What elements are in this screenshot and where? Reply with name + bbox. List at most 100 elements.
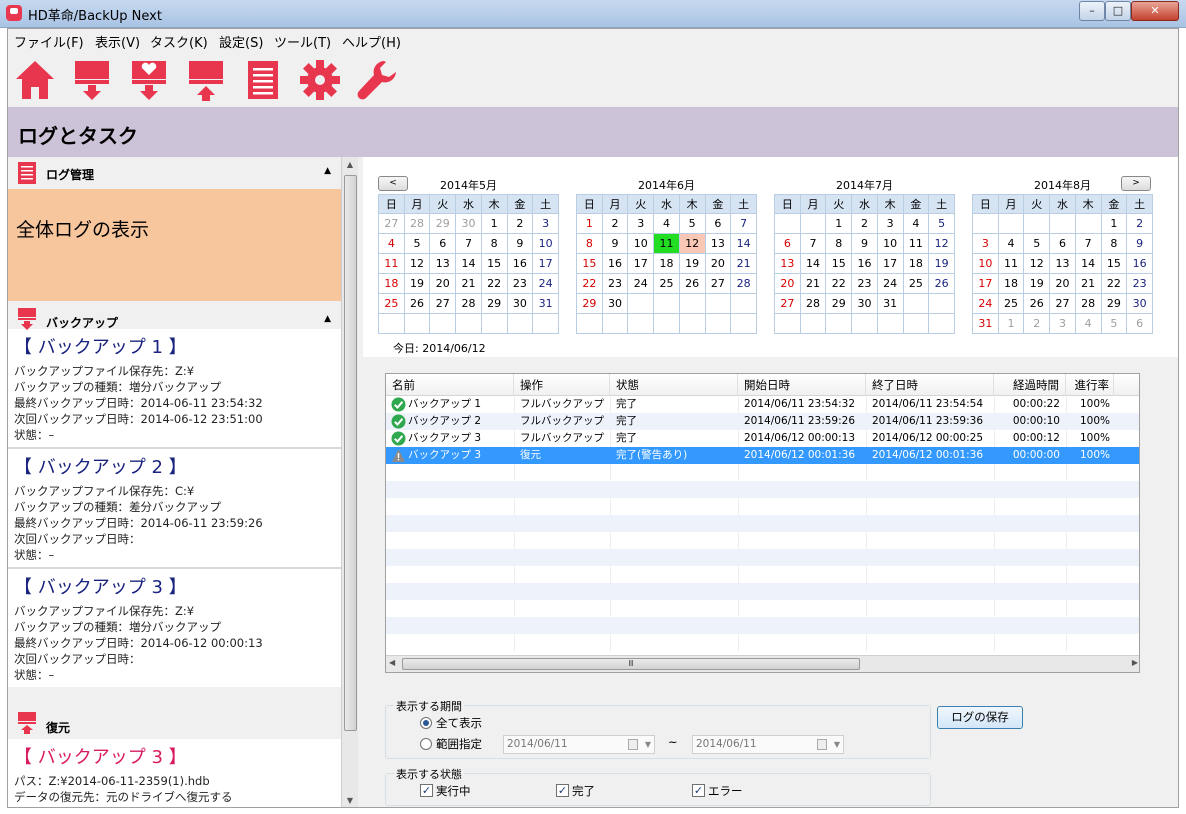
calendar-day[interactable]: 2 <box>601 213 629 234</box>
calendar-day[interactable]: 22 <box>576 273 603 294</box>
calendar-day[interactable]: 20 <box>429 273 457 294</box>
calendar-day[interactable]: 26 <box>928 273 955 294</box>
calendar-day[interactable]: 24 <box>876 273 904 294</box>
calendar-day[interactable]: 16 <box>601 253 629 274</box>
calendar-day[interactable]: 22 <box>480 273 508 294</box>
calendar-day[interactable]: 12 <box>1023 253 1051 274</box>
backup-item-1[interactable]: 【 バックアップ 1 】 バックアップファイル保存先：Z:¥ バックアップの種類… <box>8 329 341 447</box>
checkbox-error[interactable]: ✓ <box>692 784 705 797</box>
calendar-day[interactable]: 30 <box>1126 293 1153 314</box>
calendar-day[interactable]: 11 <box>997 253 1025 274</box>
calendar-day[interactable]: 25 <box>653 273 680 294</box>
close-button[interactable]: ✕ <box>1131 1 1179 21</box>
calendar-day[interactable]: 19 <box>1023 273 1051 294</box>
calendar-day[interactable]: 9 <box>1126 233 1153 254</box>
checkbox-running[interactable]: ✓ <box>420 784 433 797</box>
calendar-day[interactable]: 18 <box>997 273 1025 294</box>
calendar-day[interactable]: 3 <box>627 213 655 234</box>
range-to-input[interactable]: 2014/06/11 ▼ <box>692 735 844 754</box>
calendar-day[interactable]: 11 <box>378 253 405 274</box>
menu-settings[interactable]: 設定(S) <box>219 32 263 51</box>
chevron-down-icon[interactable]: ▼ <box>645 736 651 753</box>
calendar-day[interactable]: 18 <box>902 253 930 274</box>
calendar-day[interactable]: 30 <box>455 213 482 234</box>
column-progress[interactable]: 進行率 <box>1066 374 1114 396</box>
scroll-up-arrow[interactable]: ▲ <box>342 157 358 173</box>
calendar-day[interactable]: 6 <box>774 233 801 254</box>
collapse-icon[interactable]: ▲ <box>324 166 331 176</box>
calendar-day[interactable]: 28 <box>403 213 431 234</box>
calendar-day[interactable]: 30 <box>851 293 878 314</box>
calendar-day[interactable]: 1 <box>480 213 508 234</box>
calendar-day[interactable]: 8 <box>576 233 603 254</box>
calendar-day[interactable]: 10 <box>972 253 999 274</box>
backup-item-3[interactable]: 【 バックアップ 3 】 バックアップファイル保存先：Z:¥ バックアップの種類… <box>8 569 341 687</box>
calendar-day[interactable]: 3 <box>532 213 559 234</box>
restore-section-header[interactable]: 復元 <box>8 687 341 739</box>
favorite-backup-icon[interactable] <box>126 57 172 103</box>
calendar-day[interactable]: 12 <box>678 233 706 254</box>
calendar-day[interactable]: 16 <box>506 253 534 274</box>
calendar-day[interactable]: 8 <box>480 233 508 254</box>
calendar-day[interactable]: 3 <box>876 213 904 234</box>
calendar-day[interactable]: 16 <box>851 253 878 274</box>
calendar-day[interactable]: 3 <box>1049 313 1076 334</box>
calendar-day[interactable]: 28 <box>799 293 827 314</box>
all-log-item[interactable]: 全体ログの表示 <box>8 189 341 301</box>
calendar-day[interactable]: 27 <box>1049 293 1076 314</box>
calendar-day[interactable]: 6 <box>429 233 457 254</box>
calendar-day[interactable]: 21 <box>1074 273 1102 294</box>
table-row[interactable]: バックアップ 3 復元 完了(警告あり) 2014/06/12 00:01:36 201… <box>386 447 1139 464</box>
calendar-day[interactable]: 4 <box>378 233 405 254</box>
scroll-thumb[interactable] <box>344 175 357 731</box>
menu-file[interactable]: ファイル(F) <box>14 32 84 51</box>
column-operation[interactable]: 操作 <box>514 374 610 396</box>
column-status[interactable]: 状態 <box>610 374 738 396</box>
calendar-day[interactable]: 27 <box>378 213 405 234</box>
tools-icon[interactable] <box>354 57 400 103</box>
calendar-day[interactable]: 29 <box>825 293 853 314</box>
calendar-day[interactable]: 1 <box>576 213 603 234</box>
calendar-day[interactable]: 28 <box>455 293 482 314</box>
calendar-day[interactable]: 5 <box>678 213 706 234</box>
calendar-day[interactable]: 8 <box>1100 233 1128 254</box>
calendar-day[interactable]: 26 <box>1023 293 1051 314</box>
calendar-day[interactable]: 14 <box>455 253 482 274</box>
calendar-day[interactable]: 10 <box>532 233 559 254</box>
column-elapsed[interactable]: 経過時間 <box>994 374 1066 396</box>
restore-icon[interactable] <box>183 57 229 103</box>
column-end[interactable]: 終了日時 <box>866 374 994 396</box>
calendar-day[interactable]: 7 <box>455 233 482 254</box>
calendar-day[interactable]: 4 <box>902 213 930 234</box>
calendar-day[interactable]: 11 <box>902 233 930 254</box>
calendar-day[interactable]: 19 <box>928 253 955 274</box>
calendar-day[interactable]: 20 <box>1049 273 1076 294</box>
calendar-day[interactable]: 14 <box>730 233 757 254</box>
calendar-day[interactable]: 7 <box>1074 233 1102 254</box>
calendar-day[interactable]: 10 <box>627 233 655 254</box>
calendar-day[interactable]: 5 <box>1023 233 1051 254</box>
scroll-right-arrow[interactable]: ▶ <box>1132 658 1138 667</box>
calendar-day[interactable]: 2 <box>506 213 534 234</box>
calendar-day[interactable]: 3 <box>972 233 999 254</box>
calendar-day[interactable]: 7 <box>799 233 827 254</box>
range-from-input[interactable]: 2014/06/11 ▼ <box>503 735 655 754</box>
menu-help[interactable]: ヘルプ(H) <box>342 32 401 51</box>
scroll-thumb[interactable]: Ⅲ <box>402 658 860 670</box>
calendar-day[interactable]: 28 <box>730 273 757 294</box>
calendar-day[interactable]: 6 <box>704 213 732 234</box>
calendar-day[interactable]: 18 <box>378 273 405 294</box>
menu-view[interactable]: 表示(V) <box>95 32 140 51</box>
calendar-day[interactable]: 16 <box>1126 253 1153 274</box>
calendar-day[interactable]: 13 <box>704 233 732 254</box>
table-row[interactable]: バックアップ 1 フルバックアップ 完了 2014/06/11 23:54:32 201… <box>386 396 1139 413</box>
settings-icon[interactable] <box>297 57 343 103</box>
calendar-day[interactable]: 31 <box>532 293 559 314</box>
calendar-day[interactable]: 1 <box>997 313 1025 334</box>
calendar-day[interactable]: 9 <box>506 233 534 254</box>
home-icon[interactable] <box>12 57 58 103</box>
calendar-day[interactable]: 9 <box>601 233 629 254</box>
calendar-day[interactable]: 5 <box>1100 313 1128 334</box>
calendar-day[interactable]: 6 <box>1126 313 1153 334</box>
calendar-day[interactable]: 27 <box>704 273 732 294</box>
